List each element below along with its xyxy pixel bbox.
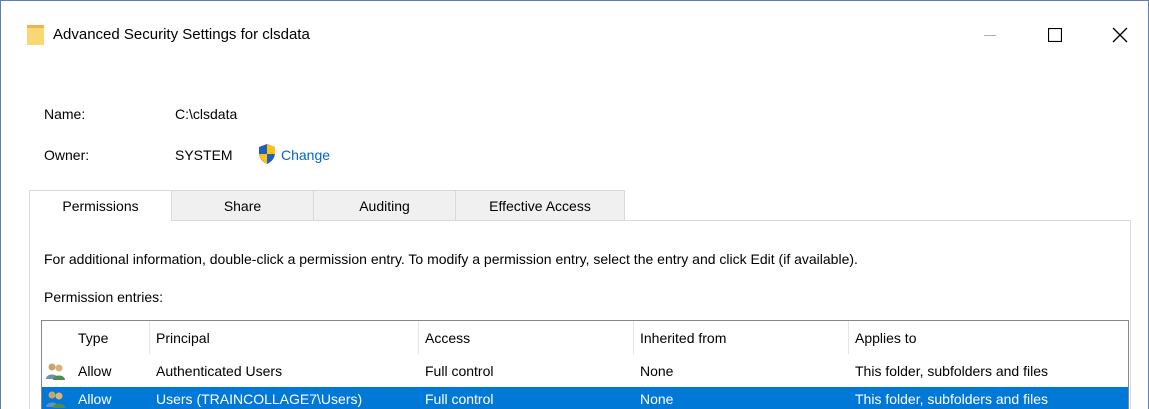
advanced-security-window: Advanced Security Settings for clsdata N… bbox=[0, 0, 1149, 409]
table-row-selected[interactable]: Allow Users (TRAINCOLLAGE7\Users) Full c… bbox=[42, 387, 1128, 409]
window-title: Advanced Security Settings for clsdata bbox=[53, 26, 310, 43]
column-applies-to[interactable]: Applies to bbox=[849, 321, 1128, 354]
cell-applies-to: This folder, subfolders and files bbox=[855, 363, 1048, 379]
tab-permissions[interactable]: Permissions bbox=[29, 190, 172, 221]
name-value: C:\clsdata bbox=[175, 106, 238, 122]
cell-access: Full control bbox=[425, 363, 494, 379]
close-icon bbox=[1112, 27, 1128, 43]
cell-inherited-from: None bbox=[640, 363, 674, 379]
table-row[interactable]: Allow Authenticated Users Full control N… bbox=[42, 359, 1128, 384]
maximize-button[interactable] bbox=[1032, 11, 1078, 59]
cell-type: Allow bbox=[78, 391, 112, 407]
column-inherited-from[interactable]: Inherited from bbox=[634, 321, 849, 354]
permission-entries-list[interactable]: Type Principal Access Inherited from App… bbox=[41, 320, 1129, 409]
cell-principal: Authenticated Users bbox=[156, 363, 283, 379]
cell-inherited-from: None bbox=[640, 391, 674, 407]
uac-shield-icon bbox=[259, 144, 275, 164]
close-button[interactable] bbox=[1097, 11, 1143, 59]
cell-principal: Users (TRAINCOLLAGE7\Users) bbox=[156, 391, 363, 407]
maximize-icon bbox=[1048, 28, 1062, 42]
minimize-button[interactable] bbox=[967, 11, 1013, 59]
title-bar[interactable]: Advanced Security Settings for clsdata bbox=[1, 1, 1148, 69]
name-label: Name: bbox=[44, 106, 86, 122]
cell-type: Allow bbox=[78, 363, 112, 379]
change-owner-link[interactable]: Change bbox=[281, 147, 330, 163]
minimize-icon bbox=[984, 35, 996, 36]
users-icon bbox=[46, 391, 65, 408]
tab-auditing[interactable]: Auditing bbox=[313, 190, 456, 220]
folder-icon bbox=[27, 25, 44, 45]
tab-effective-access[interactable]: Effective Access bbox=[455, 190, 625, 220]
column-principal[interactable]: Principal bbox=[150, 321, 419, 354]
owner-label: Owner: bbox=[44, 147, 90, 163]
owner-value: SYSTEM bbox=[175, 147, 233, 163]
cell-access: Full control bbox=[425, 391, 494, 407]
permission-entries-label: Permission entries: bbox=[44, 289, 164, 305]
permissions-instructions: For additional information, double-click… bbox=[44, 251, 858, 267]
list-header: Type Principal Access Inherited from App… bbox=[42, 321, 1128, 354]
column-access[interactable]: Access bbox=[419, 321, 634, 354]
tab-share[interactable]: Share bbox=[171, 190, 314, 220]
column-type[interactable]: Type bbox=[72, 321, 150, 354]
users-icon bbox=[46, 363, 65, 380]
cell-applies-to: This folder, subfolders and files bbox=[855, 391, 1048, 407]
